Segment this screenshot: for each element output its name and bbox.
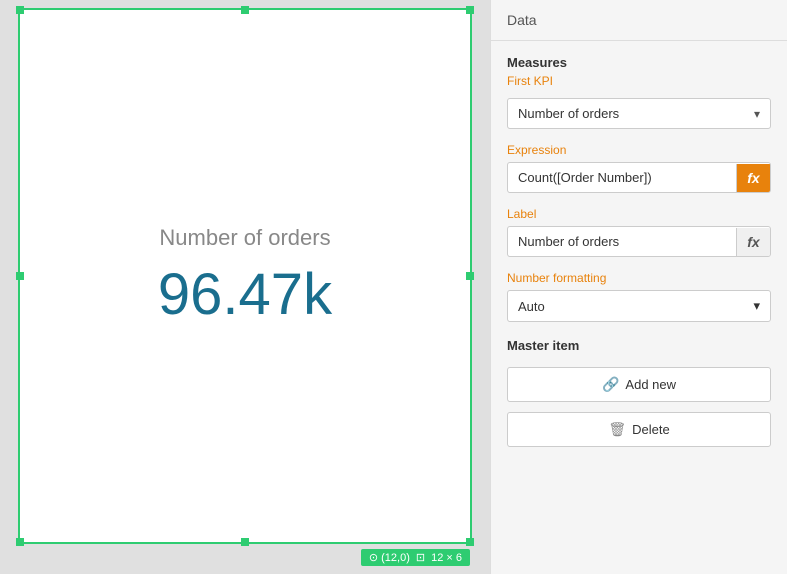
- label-fx-button[interactable]: fx: [736, 228, 770, 256]
- expression-input[interactable]: [508, 163, 736, 192]
- handle-bottom-right[interactable]: [466, 538, 474, 546]
- number-formatting-value: Auto: [518, 299, 545, 314]
- kpi-widget[interactable]: Number of orders 96.47k: [18, 8, 472, 544]
- kpi-value: 96.47k: [158, 261, 332, 328]
- handle-mid-right[interactable]: [466, 272, 474, 280]
- measures-title: Measures: [507, 55, 771, 70]
- delete-label: Delete: [632, 422, 670, 437]
- handle-bottom-left[interactable]: [16, 538, 24, 546]
- expression-field-container: fx: [507, 162, 771, 193]
- handle-top-left[interactable]: [16, 6, 24, 14]
- kpi-dropdown-label: Number of orders: [518, 106, 619, 121]
- kpi-label: Number of orders: [159, 225, 330, 251]
- expression-label: Expression: [507, 143, 771, 157]
- label-field-container: fx: [507, 226, 771, 257]
- data-tab-label: Data: [507, 12, 537, 28]
- widget-size-icon: ⊡: [416, 551, 425, 564]
- handle-top-center[interactable]: [241, 6, 249, 14]
- add-new-button[interactable]: 🔗 Add new: [507, 367, 771, 402]
- handle-mid-left[interactable]: [16, 272, 24, 280]
- widget-position: ⊙ (12,0): [369, 551, 410, 564]
- handle-top-right[interactable]: [466, 6, 474, 14]
- widget-size: 12 × 6: [431, 552, 462, 564]
- fx-icon-expression: fx: [747, 170, 759, 186]
- master-item-title: Master item: [507, 338, 771, 353]
- label-field-label: Label: [507, 207, 771, 221]
- trash-icon: 🗑: [608, 421, 626, 438]
- canvas-area: Number of orders 96.47k ⊙ (12,0) ⊡ 12 × …: [0, 0, 490, 574]
- kpi-dropdown[interactable]: Number of orders ▾: [507, 98, 771, 129]
- data-tab[interactable]: Data: [491, 0, 787, 41]
- measures-subtitle: First KPI: [507, 74, 771, 88]
- link-icon: 🔗: [602, 376, 619, 393]
- chevron-down-format-icon: ▾: [753, 298, 760, 314]
- widget-info-bar: ⊙ (12,0) ⊡ 12 × 6: [361, 549, 470, 566]
- right-panel: Data Measures First KPI Number of orders…: [490, 0, 787, 574]
- handle-bottom-center[interactable]: [241, 538, 249, 546]
- add-new-label: Add new: [625, 377, 676, 392]
- chevron-down-icon: ▾: [754, 107, 760, 121]
- measures-section: Measures First KPI Number of orders ▾ Ex…: [491, 41, 787, 353]
- fx-icon-label: fx: [747, 234, 759, 250]
- number-formatting-label: Number formatting: [507, 271, 771, 285]
- label-input[interactable]: [508, 227, 736, 256]
- expression-fx-button[interactable]: fx: [736, 164, 770, 192]
- master-item-section: 🔗 Add new 🗑 Delete: [491, 357, 787, 447]
- number-formatting-dropdown[interactable]: Auto ▾: [507, 290, 771, 322]
- delete-button[interactable]: 🗑 Delete: [507, 412, 771, 447]
